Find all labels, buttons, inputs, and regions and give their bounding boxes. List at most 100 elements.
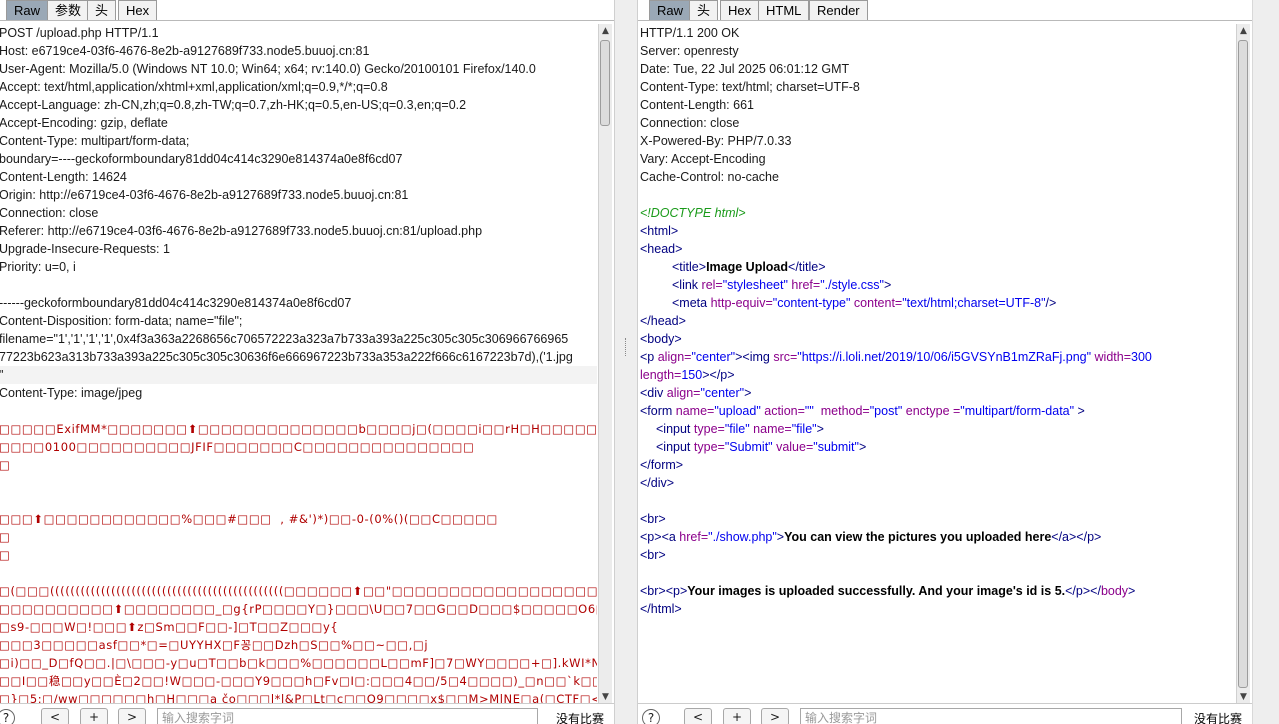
body-line: <!DOCTYPE html> (640, 204, 1238, 222)
br-tag: <br> (640, 548, 666, 562)
link-tag: <link (672, 278, 702, 292)
body-line: <br> (640, 546, 1238, 564)
response-tab-html[interactable]: HTML (758, 0, 810, 20)
response-scroll-thumb[interactable] (1238, 40, 1248, 688)
request-tab-headers[interactable]: 头 (87, 0, 117, 20)
response-header-line: Date: Tue, 22 Jul 2025 06:01:12 GMT (640, 62, 850, 76)
search-next-button[interactable]: > (118, 708, 146, 724)
request-line: Accept-Language: zh-CN,zh;q=0.8,zh-TW;q=… (0, 98, 467, 112)
body-line: <br><p>Your images is uploaded successfu… (640, 582, 1238, 600)
request-pane: Raw 参数 头 Hex POST /upload.php HTTP/1.1 H… (0, 0, 614, 724)
attr-name: href= (679, 530, 709, 544)
head-open-tag: <head> (640, 242, 683, 256)
request-line: Connection: close (0, 206, 99, 220)
scroll-up-icon[interactable]: ▲ (599, 24, 612, 38)
attr-value: "post" (869, 404, 903, 418)
attr-name: value= (772, 440, 814, 454)
response-header-line: Cache-Control: no-cache (640, 170, 779, 184)
attr-value: "submit" (813, 440, 859, 454)
request-line: Upgrade-Insecure-Requests: 1 (0, 242, 170, 256)
body-line: <head> (640, 240, 1238, 258)
help-icon[interactable]: ? (0, 709, 15, 724)
scroll-down-icon[interactable]: ▼ (1237, 690, 1250, 704)
search-next-button[interactable]: > (761, 708, 789, 724)
attr-name: width= (1091, 350, 1132, 364)
body-line: <div align="center"> (640, 384, 1238, 402)
search-add-button[interactable]: + (723, 708, 751, 724)
attr-value: "./style.css" (820, 278, 884, 292)
attr-value: "" (804, 404, 814, 418)
title-text: Image Upload (706, 260, 789, 274)
response-tab-render[interactable]: Render (809, 0, 868, 20)
p-close-tag: </p></ (1065, 584, 1101, 598)
request-editor[interactable]: POST /upload.php HTTP/1.1 Host: e6719ce4… (0, 24, 597, 704)
div-close-tag: </div> (640, 476, 675, 490)
a-close-tag: </a></p> (1051, 530, 1102, 544)
binary-line: □□I□□稳□□y□□È□2□□!W□□□-□□□Y9□□□h□Fv□I□:□□… (0, 674, 597, 688)
response-search-result: 没有比赛 (1194, 712, 1243, 724)
response-header-line: Server: openresty (640, 44, 739, 58)
tag-end: > (858, 440, 867, 454)
scroll-down-icon[interactable]: ▼ (599, 690, 612, 704)
request-search-bar: ? < + > 输入搜索字词 没有比赛 (0, 703, 614, 724)
response-header-line: Vary: Accept-Encoding (640, 152, 766, 166)
tag-end: ></p> (702, 368, 735, 382)
attr-value: "center" (691, 350, 736, 364)
body-line: </form> (640, 456, 1238, 474)
body-line: <input type="Submit" value="submit"> (640, 438, 1238, 456)
body-line: <link rel="stylesheet" href="./style.css… (640, 276, 1238, 294)
attr-name: name= (675, 404, 715, 418)
attr-name: rel= (701, 278, 723, 292)
attr-name: enctype = (902, 404, 961, 418)
request-search-result: 没有比赛 (556, 712, 605, 724)
request-search-input[interactable]: 输入搜索字词 (157, 708, 538, 724)
body-line: <p align="center"><img src="https://i.lo… (640, 348, 1238, 366)
search-prev-button[interactable]: < (684, 708, 712, 724)
attr-value: 300 (1131, 350, 1152, 364)
attr-value: "multipart/form-data" (960, 404, 1075, 418)
body-line: <body> (640, 330, 1238, 348)
request-scroll-thumb[interactable] (600, 40, 610, 126)
request-line: ------geckoformboundary81dd04c414c3290e8… (0, 296, 352, 310)
request-line: Origin: http://e6719ce4-03f6-4676-8e2b-a… (0, 188, 409, 202)
attr-value: "https://i.loli.net/2019/10/06/i5GVSYnB1… (797, 350, 1092, 364)
request-tabbar: Raw 参数 头 Hex (0, 0, 614, 21)
request-tab-hex[interactable]: Hex (118, 0, 158, 20)
scroll-up-icon[interactable]: ▲ (1237, 24, 1250, 38)
response-viewer[interactable]: HTTP/1.1 200 OK Server: openresty Date: … (640, 24, 1238, 704)
attr-name: http-equiv= (710, 296, 773, 310)
pane-splitter[interactable] (614, 0, 638, 724)
request-scrollbar[interactable]: ▲ ▼ (598, 24, 612, 704)
response-tab-hex[interactable]: Hex (720, 0, 760, 20)
tag-end: > (1074, 404, 1085, 418)
request-line: Host: e6719ce4-03f6-4676-8e2b-a9127689f7… (0, 44, 370, 58)
response-search-input[interactable]: 输入搜索字词 (800, 708, 1182, 724)
response-tab-raw[interactable]: Raw (649, 0, 692, 20)
request-line: boundary=----geckoformboundary81dd04c414… (0, 152, 403, 166)
attr-value: 150 (681, 368, 703, 382)
attr-name: type= (693, 422, 725, 436)
search-prev-button[interactable]: < (41, 708, 69, 724)
attr-name: align= (657, 350, 692, 364)
div-tag: <div (640, 386, 667, 400)
body-line: </html> (640, 600, 1238, 618)
binary-line (0, 492, 597, 510)
request-tab-params[interactable]: 参数 (47, 0, 90, 20)
body-line: <br> (640, 510, 1238, 528)
request-tab-raw[interactable]: Raw (6, 0, 49, 20)
binary-line: □ (0, 548, 11, 562)
head-close-tag: </head> (640, 314, 686, 328)
request-line: filename="1','1','1','1',0x4f3a363a22686… (0, 332, 569, 346)
attr-value: "center" (700, 386, 745, 400)
response-header-line: Content-Length: 661 (640, 98, 754, 112)
link-text: You can view the pictures you uploaded h… (784, 530, 1052, 544)
search-add-button[interactable]: + (80, 708, 108, 724)
response-header-line: Content-Type: text/html; charset=UTF-8 (640, 80, 860, 94)
attr-value: "file" (724, 422, 750, 436)
help-icon[interactable]: ? (642, 709, 660, 724)
tag-end: /> (1045, 296, 1057, 310)
response-tab-headers[interactable]: 头 (689, 0, 719, 20)
img-tag: <img (742, 350, 774, 364)
response-scrollbar[interactable]: ▲ ▼ (1236, 24, 1250, 704)
